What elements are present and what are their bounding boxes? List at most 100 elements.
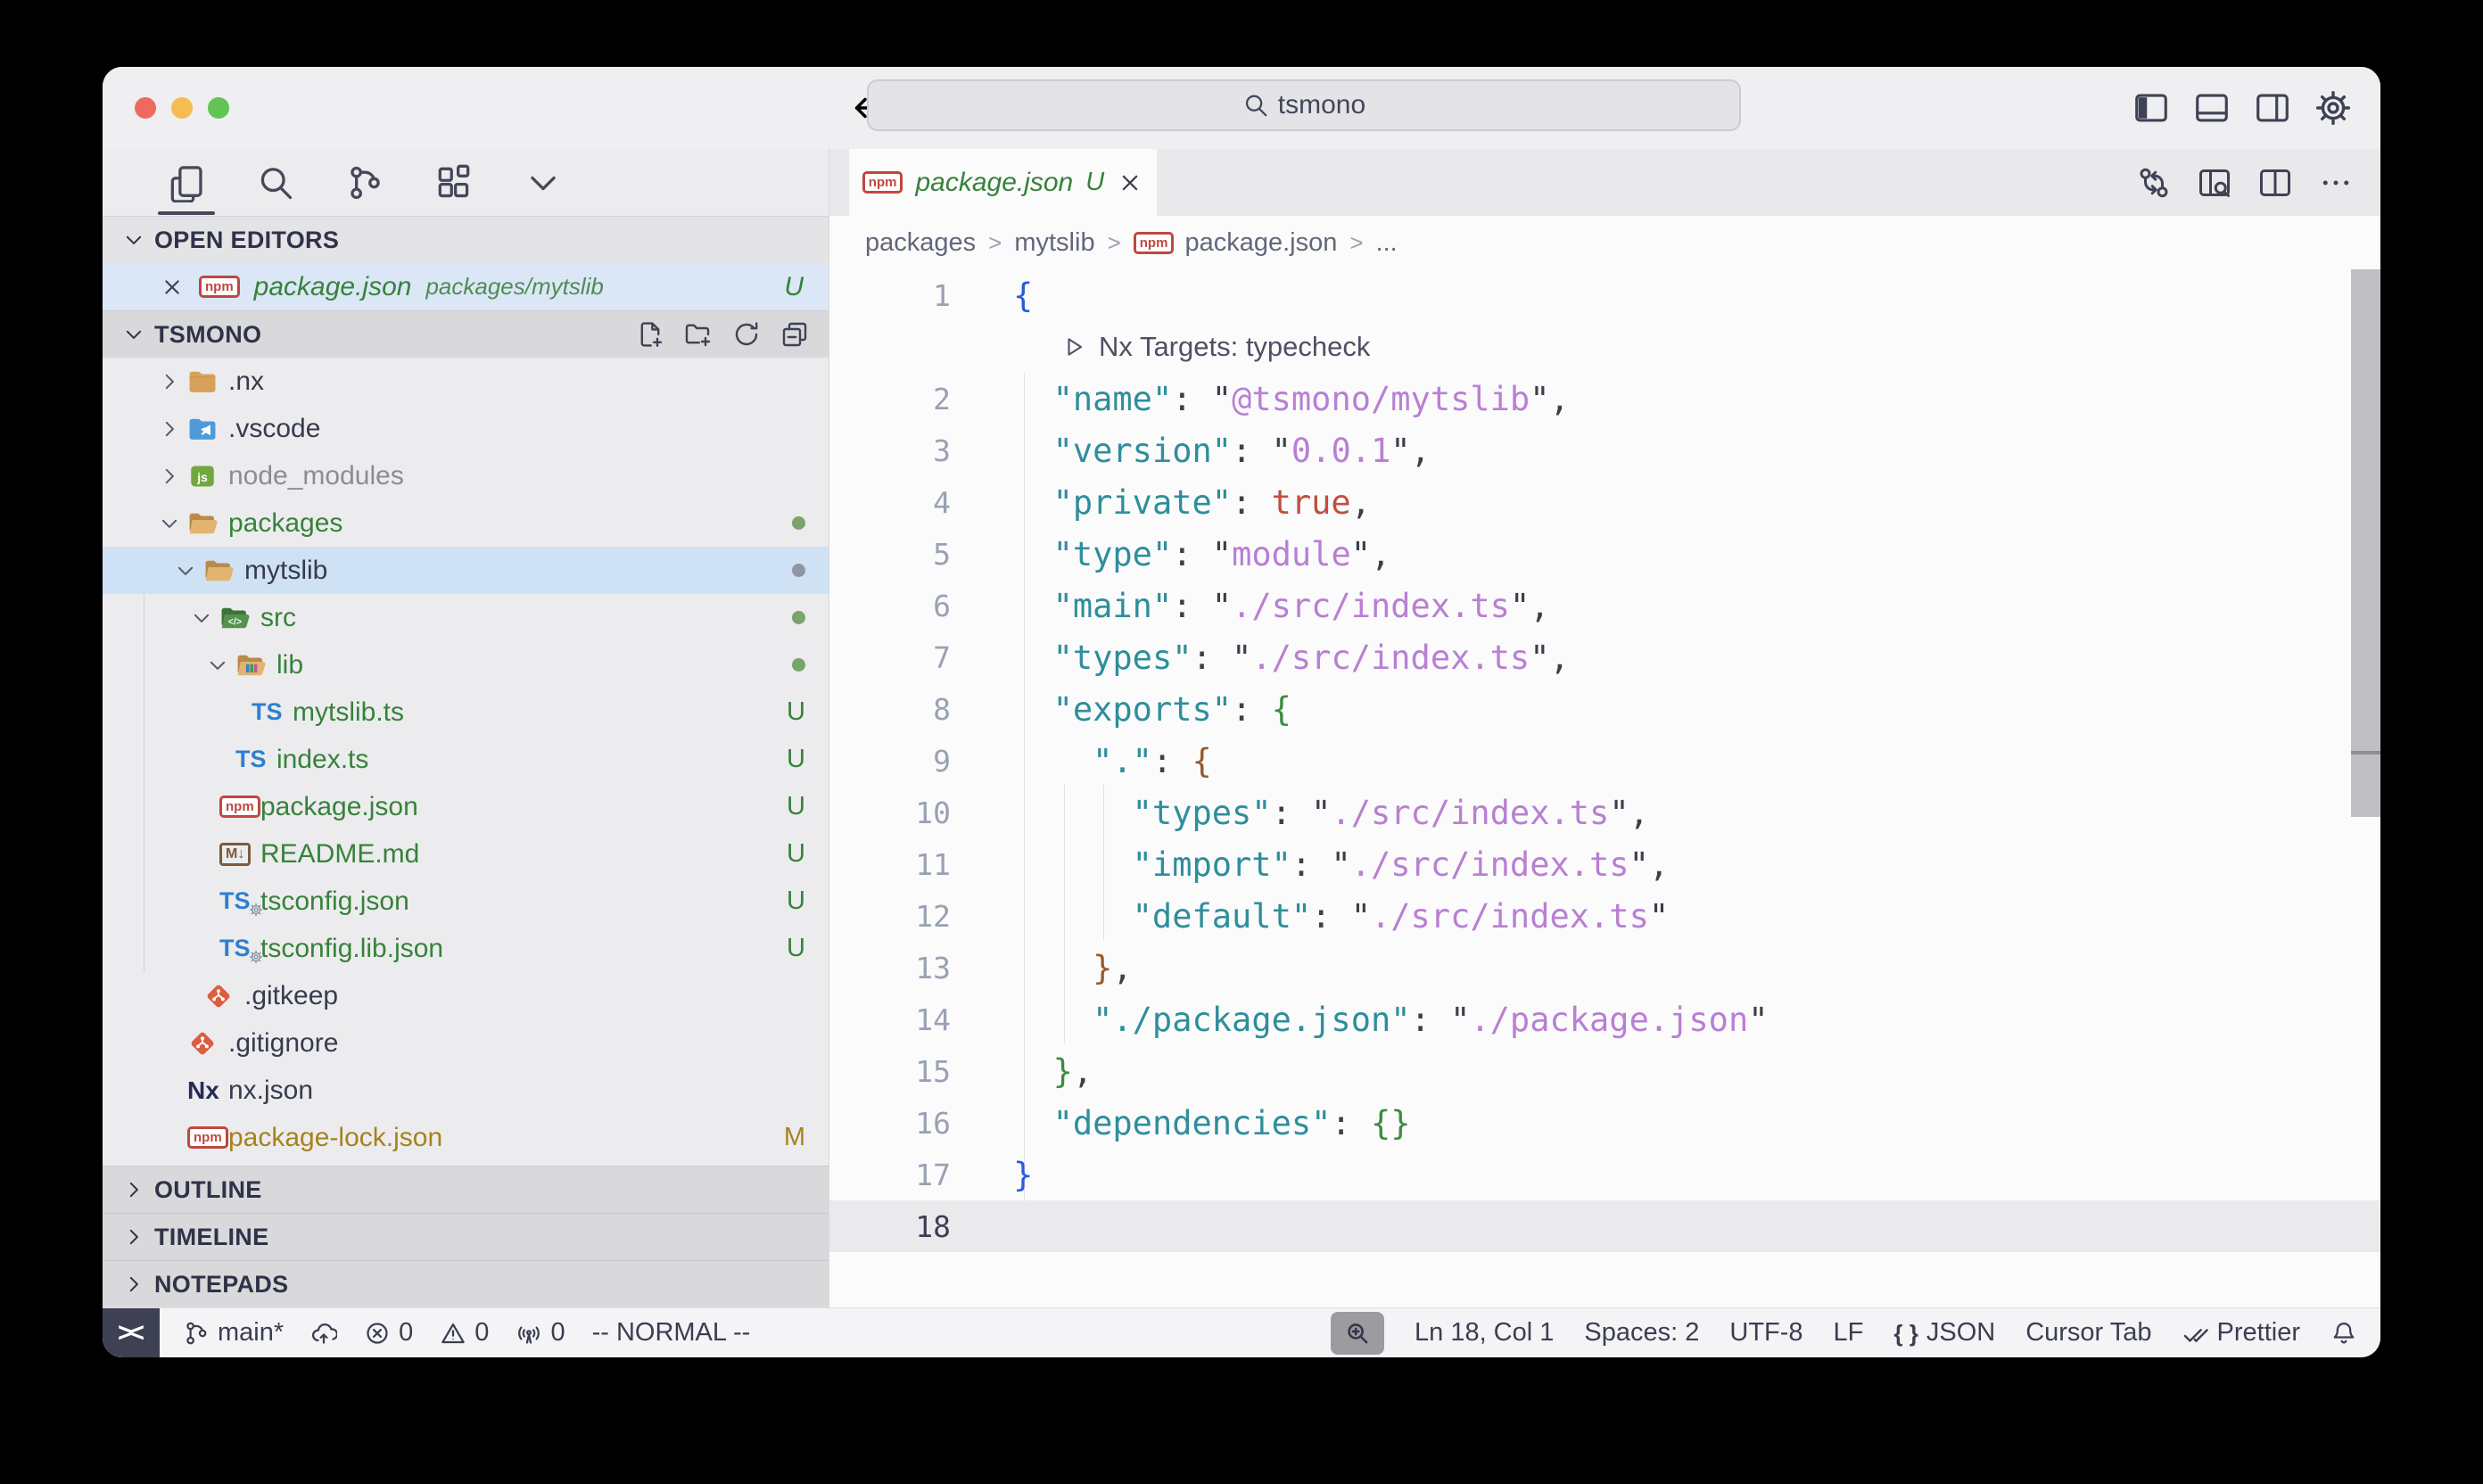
activity-files-icon[interactable] — [163, 158, 210, 208]
collapse-all-icon[interactable] — [780, 320, 809, 349]
code-line-18[interactable]: 18 — [829, 1200, 2380, 1252]
tree-item-mytslib[interactable]: mytslib — [103, 547, 829, 594]
remote-indicator[interactable]: >< — [103, 1308, 160, 1358]
activity-source-control-icon[interactable] — [342, 158, 388, 208]
tree-item-package-lock-json[interactable]: npmpackage-lock.jsonM — [103, 1114, 829, 1161]
scrollbar[interactable] — [2351, 754, 2380, 817]
code-line-12[interactable]: 12 "default": "./src/index.ts" — [829, 890, 2380, 942]
layout-sidebar-right-icon[interactable] — [2254, 89, 2291, 127]
status-left-4[interactable]: 0 — [516, 1318, 565, 1348]
tree-item-tsconfig-json[interactable]: TStsconfig.jsonU — [103, 878, 829, 925]
code-lens[interactable]: Nx Targets: typecheck — [829, 321, 2380, 373]
close-tab-icon[interactable] — [1117, 169, 1143, 196]
project-search-input[interactable]: tsmono — [867, 79, 1741, 131]
status-right-0[interactable] — [1331, 1312, 1384, 1355]
chevron-right-icon[interactable] — [158, 417, 187, 441]
scrollbar[interactable] — [2351, 269, 2380, 751]
double-check-icon — [2182, 1320, 2209, 1347]
code-line-1[interactable]: 1{ — [829, 269, 2380, 321]
open-changes-icon[interactable] — [2136, 165, 2172, 201]
code-line-3[interactable]: 3 "version": "0.0.1", — [829, 425, 2380, 476]
open-editor-item[interactable]: npm package.json packages/mytslib U — [103, 263, 829, 310]
activity-search-icon[interactable] — [252, 158, 299, 208]
breadcrumb-item[interactable]: packages — [865, 228, 976, 258]
tab-package-json[interactable]: npm package.json U — [849, 149, 1157, 216]
code-line-13[interactable]: 13 }, — [829, 942, 2380, 993]
code-line-2[interactable]: 2 "name": "@tsmono/mytslib", — [829, 373, 2380, 425]
split-icon[interactable] — [2257, 165, 2293, 201]
status-left-2[interactable]: 0 — [364, 1318, 413, 1348]
chevron-right-icon[interactable] — [158, 370, 187, 393]
close-window-button[interactable] — [135, 97, 156, 119]
activity-extensions-icon[interactable] — [431, 158, 477, 208]
status-left-5[interactable]: -- NORMAL -- — [592, 1318, 751, 1348]
status-right-1[interactable]: Ln 18, Col 1 — [1415, 1318, 1554, 1348]
breadcrumb-item[interactable]: mytslib — [1014, 228, 1094, 258]
status-right-2[interactable]: Spaces: 2 — [1584, 1318, 1699, 1348]
refresh-icon[interactable] — [732, 320, 761, 349]
breadcrumb-item[interactable]: npm package.json — [1134, 228, 1338, 258]
status-right-8[interactable] — [2330, 1320, 2357, 1347]
status-right-4[interactable]: LF — [1834, 1318, 1864, 1348]
chevron-right-icon[interactable] — [158, 465, 187, 488]
code-line-7[interactable]: 7 "types": "./src/index.ts", — [829, 631, 2380, 683]
tree-item-mytslib-ts[interactable]: TSmytslib.tsU — [103, 688, 829, 736]
tree-item--gitignore[interactable]: .gitignore — [103, 1019, 829, 1067]
tree-item-tsconfig-lib-json[interactable]: TStsconfig.lib.jsonU — [103, 925, 829, 972]
tree-item-packages[interactable]: packages — [103, 499, 829, 547]
status-left-0[interactable]: main* — [183, 1318, 284, 1348]
section-outline[interactable]: OUTLINE — [103, 1166, 829, 1213]
chevron-down-icon[interactable] — [174, 559, 203, 582]
code-line-16[interactable]: 16 "dependencies": {} — [829, 1097, 2380, 1149]
line-number: 11 — [829, 847, 1013, 882]
code-editor[interactable]: 1{Nx Targets: typecheck2 "name": "@tsmon… — [829, 269, 2380, 1307]
tree-item-src[interactable]: </>src — [103, 594, 829, 641]
zoom-window-button[interactable] — [208, 97, 229, 119]
status-left-3[interactable]: 0 — [440, 1318, 489, 1348]
tree-item-README-md[interactable]: M↓README.mdU — [103, 830, 829, 878]
chevron-down-icon[interactable] — [190, 606, 219, 630]
layout-panel-icon[interactable] — [2193, 89, 2231, 127]
code-line-17[interactable]: 17} — [829, 1149, 2380, 1200]
code-line-9[interactable]: 9 ".": { — [829, 735, 2380, 787]
preview-icon[interactable] — [2197, 165, 2232, 201]
status-right-5[interactable]: { }JSON — [1893, 1318, 1995, 1348]
tree-item-index-ts[interactable]: TSindex.tsU — [103, 736, 829, 783]
minimize-window-button[interactable] — [171, 97, 193, 119]
tree-item-node-modules[interactable]: jsnode_modules — [103, 452, 829, 499]
tree-item--gitkeep[interactable]: .gitkeep — [103, 972, 829, 1019]
section-timeline[interactable]: TIMELINE — [103, 1213, 829, 1260]
close-icon[interactable] — [160, 275, 185, 300]
code-line-11[interactable]: 11 "import": "./src/index.ts", — [829, 838, 2380, 890]
tree-item--vscode[interactable]: .vscode — [103, 405, 829, 452]
code-line-8[interactable]: 8 "exports": { — [829, 683, 2380, 735]
tree-item-package-json[interactable]: npmpackage.jsonU — [103, 783, 829, 830]
activity-chevron-down-icon[interactable] — [520, 158, 566, 208]
code-line-6[interactable]: 6 "main": "./src/index.ts", — [829, 580, 2380, 631]
gear-icon[interactable] — [2314, 89, 2352, 127]
open-editors-header[interactable]: OPEN EDITORS — [103, 216, 829, 263]
tree-item-nx-json[interactable]: Nxnx.json — [103, 1067, 829, 1114]
code-line-14[interactable]: 14 "./package.json": "./package.json" — [829, 993, 2380, 1045]
chevron-down-icon[interactable] — [158, 512, 187, 535]
status-right-6[interactable]: Cursor Tab — [2025, 1318, 2151, 1348]
new-folder-icon[interactable] — [684, 320, 713, 349]
zoom-indicator[interactable] — [1331, 1312, 1384, 1355]
code-line-15[interactable]: 15 }, — [829, 1045, 2380, 1097]
code-line-10[interactable]: 10 "types": "./src/index.ts", — [829, 787, 2380, 838]
chevron-down-icon[interactable] — [206, 654, 235, 677]
code-line-4[interactable]: 4 "private": true, — [829, 476, 2380, 528]
tree-item-lib[interactable]: lib — [103, 641, 829, 688]
breadcrumb-item[interactable]: ... — [1376, 228, 1398, 258]
status-left-1[interactable] — [310, 1320, 337, 1347]
status-right-3[interactable]: UTF-8 — [1729, 1318, 1802, 1348]
code-line-5[interactable]: 5 "type": "module", — [829, 528, 2380, 580]
layout-sidebar-left-icon[interactable] — [2132, 89, 2170, 127]
section-notepads[interactable]: NOTEPADS — [103, 1260, 829, 1307]
typescript-config-icon: TS — [219, 887, 251, 915]
ellipsis-icon[interactable] — [2318, 165, 2354, 201]
project-section-header[interactable]: TSMONO — [103, 310, 829, 358]
status-right-7[interactable]: Prettier — [2182, 1318, 2300, 1348]
tree-item--nx[interactable]: .nx — [103, 358, 829, 405]
new-file-icon[interactable] — [636, 320, 664, 349]
